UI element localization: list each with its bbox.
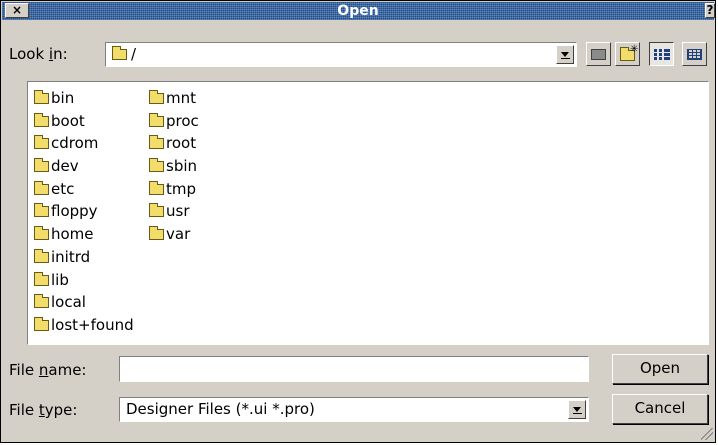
folder-icon <box>34 112 49 127</box>
look-in-value: / <box>131 45 137 63</box>
look-in-label: Look in: <box>9 45 68 63</box>
folder-icon <box>34 158 49 173</box>
list-item-label: local <box>51 293 86 312</box>
list-item-label: floppy <box>51 202 98 221</box>
list-item[interactable]: lost+found <box>34 314 134 337</box>
look-in-combo[interactable]: / <box>105 42 577 67</box>
list-view-button[interactable] <box>649 42 674 66</box>
list-item-label: initrd <box>51 247 91 266</box>
list-item[interactable]: floppy <box>34 200 134 223</box>
resize-grip[interactable] <box>701 428 713 440</box>
list-item[interactable]: bin <box>34 87 134 110</box>
list-item[interactable]: boot <box>34 110 134 133</box>
list-item[interactable]: cdrom <box>34 132 134 155</box>
list-item[interactable]: initrd <box>34 246 134 269</box>
list-item[interactable]: var <box>149 223 199 246</box>
list-item[interactable]: mnt <box>149 87 199 110</box>
file-list[interactable]: bin boot cdrom dev etc floppy home initrd lib loc… <box>27 81 709 345</box>
file-column-1: bin boot cdrom dev etc floppy home initrd lib loc… <box>34 87 134 337</box>
folder-icon <box>34 271 49 286</box>
list-item-label: proc <box>166 111 199 130</box>
list-item[interactable]: root <box>149 132 199 155</box>
open-dialog: × Open ? Look in: / ✳ bin boot cdrom dev etc… <box>0 0 716 443</box>
folder-icon <box>149 135 164 150</box>
list-item-label: etc <box>51 179 75 198</box>
file-name-input[interactable] <box>119 356 589 382</box>
list-item[interactable]: usr <box>149 200 199 223</box>
file-type-combo[interactable]: Designer Files (*.ui *.pro) <box>119 397 589 422</box>
file-type-value: Designer Files (*.ui *.pro) <box>126 400 315 418</box>
folder-icon <box>34 90 49 104</box>
help-icon: ? <box>706 3 714 17</box>
list-item-label: cdrom <box>51 134 99 153</box>
list-item[interactable]: dev <box>34 155 134 178</box>
folder-icon <box>34 294 49 309</box>
list-item[interactable]: lib <box>34 269 134 292</box>
list-item-label: sbin <box>166 157 198 176</box>
list-item-label: bin <box>51 89 75 107</box>
file-name-label: File name: <box>9 361 87 379</box>
detail-view-button[interactable] <box>682 42 707 66</box>
list-item[interactable]: sbin <box>149 155 199 178</box>
folder-icon <box>34 248 49 263</box>
folder-icon <box>34 203 49 218</box>
new-folder-button[interactable]: ✳ <box>615 42 640 66</box>
list-item-label: boot <box>51 111 85 130</box>
folder-icon <box>34 316 49 331</box>
window-title: Open <box>337 3 379 19</box>
list-item[interactable]: etc <box>34 178 134 201</box>
list-item-label: tmp <box>166 179 197 198</box>
title-bar[interactable]: × Open ? <box>2 2 715 20</box>
list-item-label: home <box>51 225 94 244</box>
chevron-down-icon[interactable] <box>568 400 586 419</box>
folder-icon <box>112 46 127 60</box>
list-view-icon <box>654 49 670 60</box>
folder-icon <box>34 226 49 241</box>
list-item-label: var <box>166 225 191 244</box>
list-item-label: root <box>166 134 197 153</box>
folder-icon <box>149 203 164 218</box>
folder-icon <box>149 90 164 104</box>
list-item-label: lost+found <box>51 315 134 334</box>
open-button[interactable]: Open <box>612 354 708 384</box>
file-column-2: mnt proc root sbin tmp usr var <box>149 87 199 246</box>
folder-icon <box>34 135 49 150</box>
list-item-label: dev <box>51 157 79 176</box>
folder-icon <box>149 180 164 195</box>
list-item[interactable]: proc <box>149 110 199 133</box>
list-item[interactable]: home <box>34 223 134 246</box>
cancel-button[interactable]: Cancel <box>612 394 708 424</box>
list-item-label: mnt <box>166 89 196 107</box>
chevron-down-icon[interactable] <box>556 45 574 64</box>
detail-view-icon <box>687 49 702 60</box>
help-button[interactable]: ? <box>705 3 715 18</box>
folder-icon <box>149 158 164 173</box>
folder-icon <box>149 226 164 241</box>
parent-directory-icon <box>591 49 606 60</box>
list-item-label: usr <box>166 202 190 221</box>
list-item-label: lib <box>51 270 69 289</box>
file-type-label: File type: <box>9 401 78 419</box>
list-item[interactable]: tmp <box>149 178 199 201</box>
folder-icon <box>149 112 164 127</box>
parent-directory-button[interactable] <box>586 42 611 66</box>
list-item[interactable]: local <box>34 291 134 314</box>
folder-icon <box>34 180 49 195</box>
